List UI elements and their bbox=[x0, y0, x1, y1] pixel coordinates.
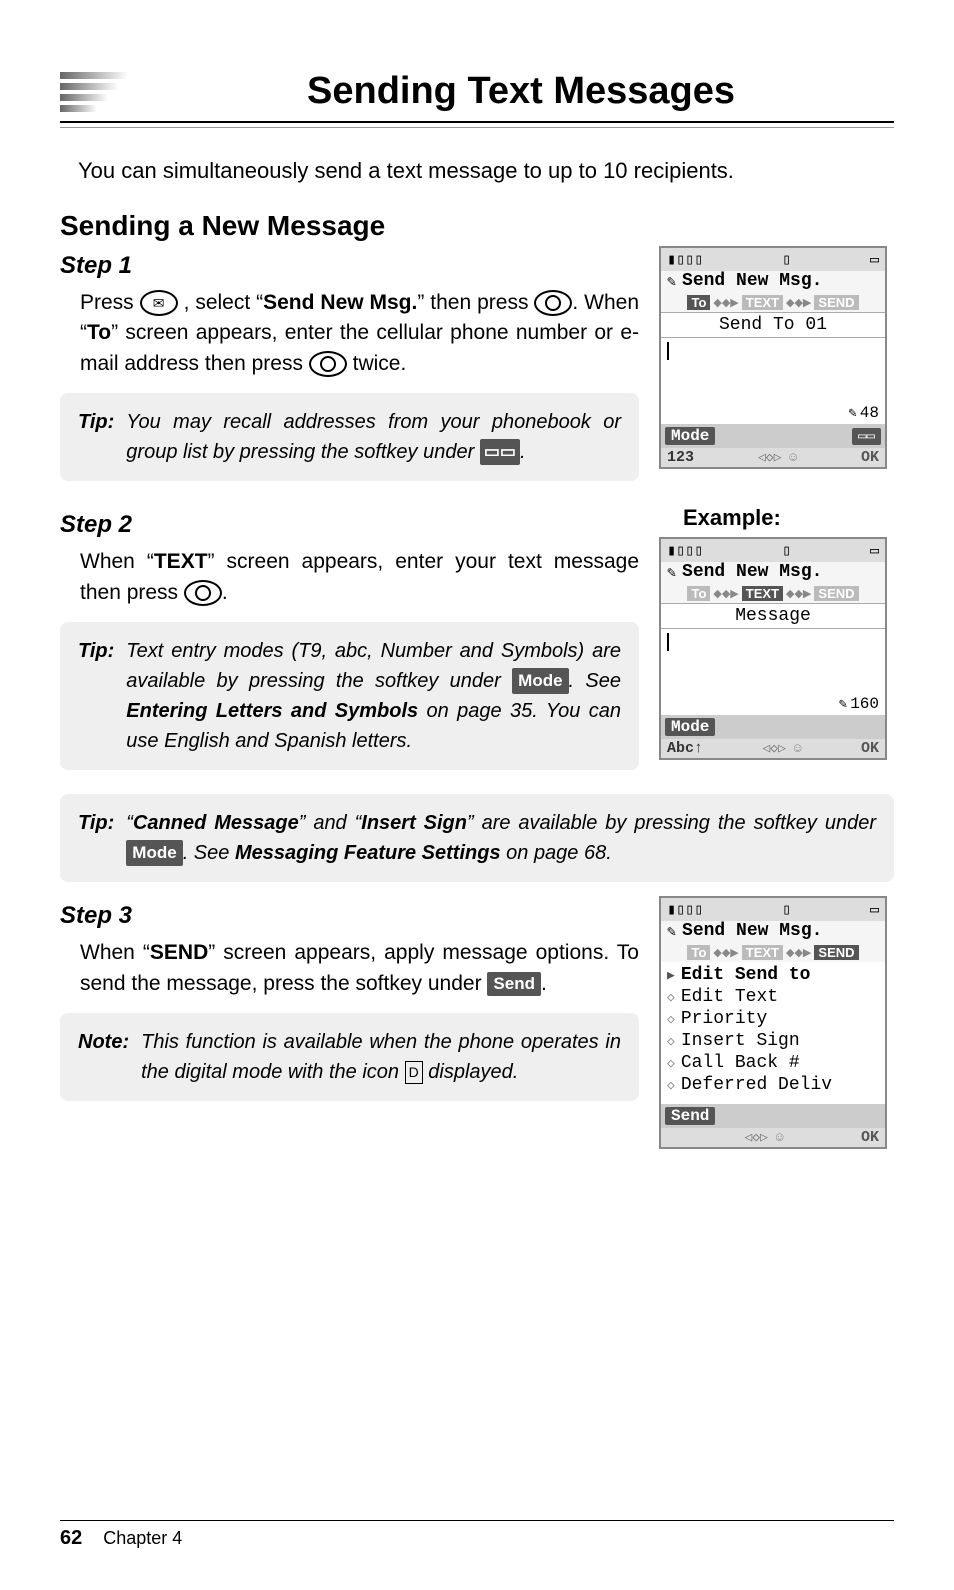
section-heading: Sending a New Message bbox=[60, 210, 894, 242]
example-label: Example: bbox=[683, 505, 894, 531]
edit-icon: ✎ bbox=[667, 922, 676, 941]
mode-chip: Mode bbox=[126, 840, 182, 866]
battery-icon: ▭ bbox=[870, 900, 879, 919]
center-key-icon bbox=[534, 290, 572, 316]
page-title: Sending Text Messages bbox=[148, 70, 894, 113]
signal-icon: ▮▯▯▯ bbox=[667, 900, 703, 919]
step-2-body: When “TEXT” screen appears, enter your t… bbox=[80, 547, 639, 608]
edit-icon: ✎ bbox=[667, 272, 676, 291]
step-3-label: Step 3 bbox=[60, 902, 639, 930]
battery-icon: ▭ bbox=[870, 250, 879, 269]
digital-icon: ▯ bbox=[782, 541, 791, 560]
page-number: 62 bbox=[60, 1527, 82, 1549]
nav-icon: ◁◇▷ ☺ bbox=[762, 741, 801, 756]
tabs: To◆◆▶ TEXT◆◆▶ SEND bbox=[661, 293, 885, 312]
options-list: ▶Edit Send to ◇Edit Text ◇Priority ◇Inse… bbox=[661, 962, 885, 1104]
digital-icon: ▯ bbox=[782, 900, 791, 919]
phonebook-icon: ▭▭ bbox=[852, 428, 881, 445]
digital-icon: ▯ bbox=[782, 250, 791, 269]
diamond-icon: ◇ bbox=[667, 1034, 675, 1049]
phone-screen-1: ▮▯▯▯ ▯ ▭ ✎Send New Msg. To◆◆▶ TEXT◆◆▶ SE… bbox=[659, 246, 887, 469]
phone-screen-3: ▮▯▯▯ ▯ ▭ ✎Send New Msg. To◆◆▶ TEXT◆◆▶ SE… bbox=[659, 896, 887, 1149]
page: Sending Text Messages You can simultaneo… bbox=[0, 0, 954, 1590]
mode-chip: Mode bbox=[512, 668, 568, 694]
signal-icon: ▮▯▯▯ bbox=[667, 250, 703, 269]
step-3-note: Note: This function is available when th… bbox=[60, 1013, 639, 1101]
mail-key-icon: ✉ bbox=[140, 290, 178, 316]
step-1-tip: Tip: You may recall addresses from your … bbox=[60, 393, 639, 481]
pencil-icon: ✎ bbox=[839, 696, 847, 713]
step-1-body: Press ✉ , select “Send New Msg.” then pr… bbox=[80, 288, 639, 379]
page-footer: 62 Chapter 4 bbox=[60, 1520, 894, 1550]
triangle-icon: ▶ bbox=[667, 968, 675, 983]
nav-icon: ◁◇▷ ☺ bbox=[758, 450, 797, 465]
status-bar: ▮▯▯▯ ▯ ▭ bbox=[661, 248, 885, 271]
send-chip: Send bbox=[487, 972, 541, 997]
intro-text: You can simultaneously send a text messa… bbox=[78, 158, 894, 184]
phone-screen-2: ▮▯▯▯ ▯ ▭ ✎Send New Msg. To◆◆▶ TEXT◆◆▶ SE… bbox=[659, 537, 887, 760]
step-3-row: Step 3 When “SEND” screen appears, apply… bbox=[60, 896, 894, 1149]
softkey-left: Mode bbox=[665, 427, 715, 445]
chapter-label: Chapter 4 bbox=[103, 1528, 182, 1548]
battery-icon: ▭ bbox=[870, 541, 879, 560]
softkey-left: Send bbox=[665, 1107, 715, 1125]
page-header: Sending Text Messages bbox=[60, 70, 894, 113]
nav-icon: ◁◇▷ ☺ bbox=[744, 1130, 783, 1145]
header-lines-icon bbox=[60, 72, 128, 112]
diamond-icon: ◇ bbox=[667, 1078, 675, 1093]
edit-icon: ✎ bbox=[667, 563, 676, 582]
step-2-label: Step 2 bbox=[60, 511, 639, 539]
step-2-row: Step 2 When “TEXT” screen appears, enter… bbox=[60, 505, 894, 784]
status-bar: ▮▯▯▯ ▯ ▭ bbox=[661, 539, 885, 562]
diamond-icon: ◇ bbox=[667, 990, 675, 1005]
step-1-label: Step 1 bbox=[60, 252, 639, 280]
diamond-icon: ◇ bbox=[667, 1012, 675, 1027]
step-2-tip-b: Tip: “Canned Message” and “Insert Sign” … bbox=[60, 794, 894, 882]
input-area: ✎160 bbox=[661, 629, 885, 715]
softkey-left: Mode bbox=[665, 718, 715, 736]
digital-mode-icon: D bbox=[405, 1061, 423, 1084]
signal-icon: ▮▯▯▯ bbox=[667, 541, 703, 560]
step-3-body: When “SEND” screen appears, apply messag… bbox=[80, 938, 639, 999]
tabs: To◆◆▶ TEXT◆◆▶ SEND bbox=[661, 943, 885, 962]
center-key-icon bbox=[309, 351, 347, 377]
pencil-icon: ✎ bbox=[848, 405, 856, 422]
phonebook-softkey-icon: ▭▭ bbox=[480, 439, 520, 465]
center-key-icon bbox=[184, 580, 222, 606]
header-rule bbox=[60, 121, 894, 128]
step-2-tip-a: Tip: Text entry modes (T9, abc, Number a… bbox=[60, 622, 639, 770]
tabs: To◆◆▶ TEXT◆◆▶ SEND bbox=[661, 584, 885, 603]
status-bar: ▮▯▯▯ ▯ ▭ bbox=[661, 898, 885, 921]
input-area: ✎48 bbox=[661, 338, 885, 424]
step-1-row: Step 1 Press ✉ , select “Send New Msg.” … bbox=[60, 246, 894, 495]
diamond-icon: ◇ bbox=[667, 1056, 675, 1071]
